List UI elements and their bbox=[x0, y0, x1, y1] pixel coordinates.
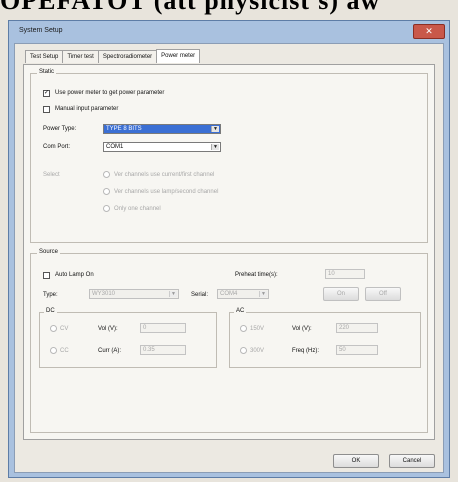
tab-test-setup[interactable]: Test Setup bbox=[25, 50, 64, 63]
dialog-client-area: Test Setup Timer test Spectroradiometer … bbox=[14, 43, 444, 473]
dc-vol-label: Vol (V): bbox=[98, 326, 118, 332]
dc-curr-label: Curr (A): bbox=[98, 348, 121, 354]
dc-cv-label: CV bbox=[60, 326, 69, 332]
dc-group: DC CV CC Vol (V): 0 Curr (A): 0.35 bbox=[39, 308, 217, 368]
ac-freq-label: Freq (Hz): bbox=[292, 348, 319, 354]
dc-vol-input[interactable]: 0 bbox=[140, 323, 186, 333]
dc-cv-radio[interactable] bbox=[50, 325, 57, 332]
power-type-label: Power Type: bbox=[43, 126, 77, 132]
com-port-value: COM1 bbox=[106, 144, 124, 150]
chevron-down-icon: ▼ bbox=[259, 291, 267, 297]
static-group: Static ✓ Use power meter to get power pa… bbox=[30, 69, 428, 243]
tab-strip: Test Setup Timer test Spectroradiometer … bbox=[25, 49, 201, 64]
source-group: Source Auto Lamp On Preheat time(s): 10 … bbox=[30, 249, 428, 433]
close-button[interactable]: ✕ bbox=[413, 24, 445, 39]
select-label: Select bbox=[43, 172, 60, 178]
tab-timer-test[interactable]: Timer test bbox=[62, 50, 99, 63]
use-power-meter-checkbox[interactable]: ✓ bbox=[43, 90, 50, 97]
chevron-down-icon: ▼ bbox=[211, 144, 219, 150]
cancel-button[interactable]: Cancel bbox=[389, 454, 435, 468]
dc-cc-label: CC bbox=[60, 348, 69, 354]
ac-freq-input[interactable]: 50 bbox=[336, 345, 378, 355]
title-bar[interactable]: System Setup ✕ bbox=[9, 21, 449, 41]
select-option-single: Only one channel bbox=[114, 206, 161, 212]
system-setup-dialog: System Setup ✕ Test Setup Timer test Spe… bbox=[8, 20, 450, 478]
auto-lamp-label: Auto Lamp On bbox=[55, 272, 94, 278]
power-type-value: TYPE 8 BITS bbox=[106, 126, 142, 132]
ac-300v-radio[interactable] bbox=[240, 347, 247, 354]
window-title: System Setup bbox=[19, 27, 63, 34]
select-option-lamp: Ver channels use lamp/second channel bbox=[114, 189, 219, 195]
ac-vol-label: Vol (V): bbox=[292, 326, 312, 332]
ac-legend: AC bbox=[234, 308, 247, 314]
type-label: Type: bbox=[43, 292, 58, 298]
tab-spectroradiometer[interactable]: Spectroradiometer bbox=[97, 50, 158, 63]
manual-input-checkbox[interactable] bbox=[43, 106, 50, 113]
serial-value: COM4 bbox=[220, 291, 238, 297]
use-power-meter-label: Use power meter to get power parameter bbox=[55, 90, 165, 96]
ac-vol-input[interactable]: 220 bbox=[336, 323, 378, 333]
select-radio-single[interactable] bbox=[103, 205, 110, 212]
select-option-current: Ver channels use current/first channel bbox=[114, 172, 215, 178]
ac-300v-label: 300V bbox=[250, 348, 265, 354]
com-port-select[interactable]: COM1 ▼ bbox=[103, 142, 221, 152]
static-legend: Static bbox=[37, 69, 57, 75]
ok-button[interactable]: OK bbox=[333, 454, 379, 468]
preheat-label: Preheat time(s): bbox=[235, 272, 278, 278]
select-radio-current[interactable] bbox=[103, 171, 110, 178]
tab-power-meter[interactable]: Power meter bbox=[156, 49, 201, 63]
com-port-label: Com Port: bbox=[43, 144, 71, 150]
dc-curr-input[interactable]: 0.35 bbox=[140, 345, 186, 355]
source-on-button[interactable]: On bbox=[323, 287, 359, 301]
type-value: WY3010 bbox=[92, 291, 116, 297]
dc-legend: DC bbox=[44, 308, 57, 314]
auto-lamp-checkbox[interactable] bbox=[43, 272, 50, 279]
ac-150v-radio[interactable] bbox=[240, 325, 247, 332]
power-meter-panel: Static ✓ Use power meter to get power pa… bbox=[23, 64, 435, 440]
chevron-down-icon: ▼ bbox=[211, 126, 219, 132]
dc-cc-radio[interactable] bbox=[50, 347, 57, 354]
manual-input-label: Manual input parameter bbox=[55, 106, 119, 112]
power-type-select[interactable]: TYPE 8 BITS ▼ bbox=[103, 124, 221, 134]
serial-label: Serial: bbox=[191, 292, 209, 298]
source-legend: Source bbox=[37, 249, 61, 255]
ac-150v-label: 150V bbox=[250, 326, 265, 332]
select-radio-lamp[interactable] bbox=[103, 188, 110, 195]
preheat-input[interactable]: 10 bbox=[325, 269, 365, 279]
serial-select[interactable]: COM4 ▼ bbox=[217, 289, 269, 299]
cropped-document-caption: OPEFATOT (att physicist's) aw bbox=[0, 0, 381, 15]
source-off-button[interactable]: Off bbox=[365, 287, 401, 301]
type-select[interactable]: WY3010 ▼ bbox=[89, 289, 179, 299]
chevron-down-icon: ▼ bbox=[169, 291, 177, 297]
ac-group: AC 150V 300V Vol (V): 220 Freq (Hz): 50 bbox=[229, 308, 421, 368]
